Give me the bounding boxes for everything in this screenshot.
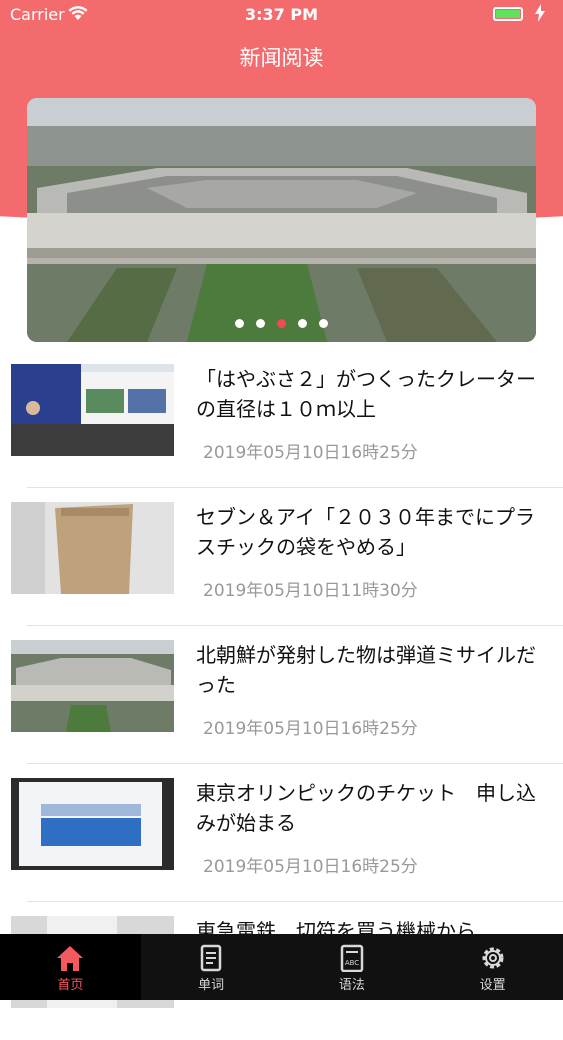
tab-label: 单词 [198, 978, 225, 993]
tab-settings[interactable]: 设置 [422, 934, 563, 1000]
page-title: 新闻阅读 [239, 46, 324, 70]
news-thumbnail [11, 502, 174, 594]
carousel-dot[interactable] [256, 319, 265, 328]
tab-grammar[interactable]: ABC 语法 [282, 934, 423, 1000]
tab-words[interactable]: 单词 [141, 934, 282, 1000]
news-title: 「はやぶさ２」がつくったクレーターの直径は１０ｍ以上 [196, 367, 536, 421]
tab-home[interactable]: 首页 [0, 934, 141, 1000]
carousel-dot[interactable] [298, 319, 307, 328]
home-icon [57, 946, 84, 971]
tab-label: 设置 [479, 978, 506, 993]
banner-carousel[interactable] [27, 98, 536, 342]
tab-bar: 首页 单词 ABC 语法 设置 [0, 934, 563, 1000]
tab-label: 首页 [57, 978, 84, 993]
news-title: 北朝鮮が発射した物は弾道ミサイルだった [196, 643, 536, 697]
banner-image [27, 98, 536, 342]
news-date: 2019年05月10日16時25分 [203, 443, 418, 463]
news-thumbnail [11, 778, 174, 870]
svg-text:ABC: ABC [345, 959, 359, 967]
charging-icon [535, 4, 545, 26]
words-icon [200, 944, 222, 972]
carousel-dots [27, 319, 536, 328]
news-date: 2019年05月10日16時25分 [203, 719, 418, 739]
news-item[interactable]: 「はやぶさ２」がつくったクレーターの直径は１０ｍ以上 2019年05月10日16… [0, 350, 563, 488]
news-item[interactable]: 東京オリンピックのチケット 申し込みが始まる 2019年05月10日16時25分 [0, 764, 563, 902]
news-title: セブン＆アイ「２０３０年までにプラスチックの袋をやめる」 [196, 505, 535, 559]
news-item[interactable]: セブン＆アイ「２０３０年までにプラスチックの袋をやめる」 2019年05月10日… [0, 488, 563, 626]
battery-icon [493, 7, 523, 21]
clock: 3:37 PM [244, 5, 318, 24]
news-date: 2019年05月10日11時30分 [203, 581, 418, 601]
settings-icon [482, 947, 504, 969]
carousel-dot[interactable] [235, 319, 244, 328]
news-item[interactable]: 北朝鮮が発射した物は弾道ミサイルだった 2019年05月10日16時25分 [0, 626, 563, 764]
news-title: 東京オリンピックのチケット 申し込みが始まる [196, 781, 536, 835]
carousel-dot-active[interactable] [277, 319, 286, 328]
news-date: 2019年05月10日16時25分 [203, 857, 418, 877]
carousel-dot[interactable] [319, 319, 328, 328]
news-thumbnail [11, 640, 174, 732]
tab-label: 语法 [338, 978, 365, 993]
status-bar: Carrier 3:37 PM [0, 0, 563, 30]
grammar-icon: ABC [340, 944, 364, 972]
news-thumbnail [11, 364, 174, 456]
